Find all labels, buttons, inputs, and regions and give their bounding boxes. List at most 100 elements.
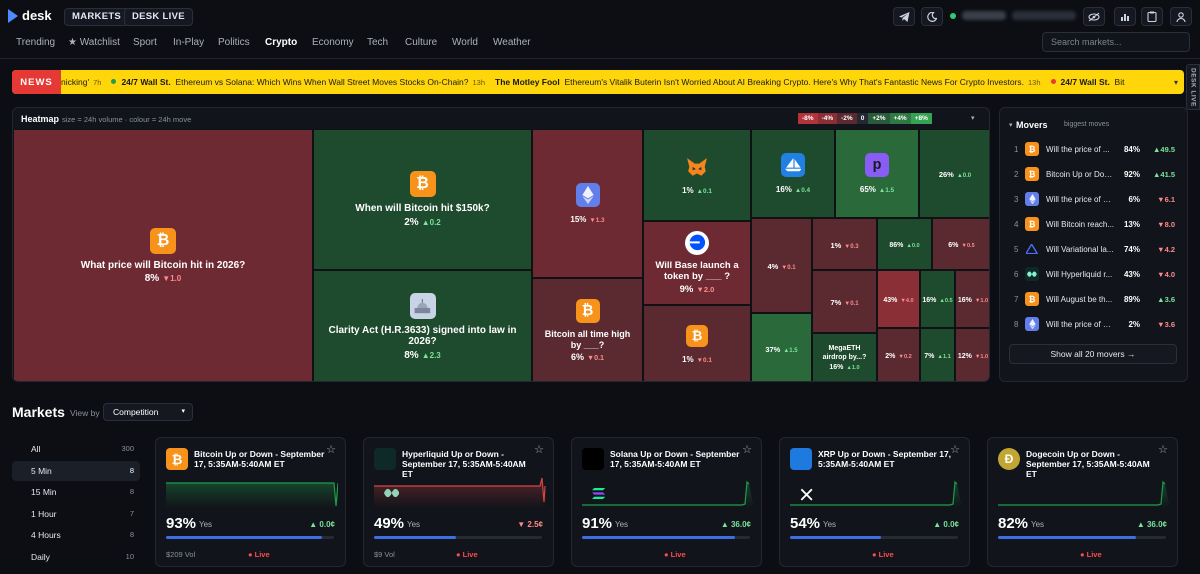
mover-row[interactable]: 2 ₿ Bitcoin Up or Dow... 92% ▲41.5: [1000, 166, 1189, 184]
nav-sport[interactable]: Sport: [133, 37, 157, 48]
market-card[interactable]: ₿ Bitcoin Up or Down - September 17, 5:35…: [155, 437, 346, 567]
market-volume: $9 Vol: [374, 550, 395, 559]
market-card[interactable]: Solana Up or Down - September 17, 5:35AM…: [571, 437, 762, 567]
star-icon[interactable]: ☆: [1158, 443, 1168, 456]
nav-trending[interactable]: Trending: [16, 37, 55, 48]
heatmap-cell[interactable]: ₿ What price will Bitcoin hit in 2026? 8% ▼…: [13, 129, 313, 381]
heatmap-cell[interactable]: 6% ▼0.5: [932, 218, 989, 270]
news-item[interactable]: The Motley Fool Ethereum's Vitalik Buter…: [495, 77, 1050, 87]
nav-world[interactable]: World: [452, 37, 478, 48]
app-logo[interactable]: desk: [8, 8, 52, 23]
portfolio-icon[interactable]: [1114, 7, 1136, 26]
heatmap-cell[interactable]: 1% ▲0.1: [643, 129, 751, 221]
heatmap-cell[interactable]: 7% ▼0.1: [812, 270, 877, 333]
fox-icon: [686, 156, 708, 178]
nav-watchlist[interactable]: ★ Watchlist: [68, 37, 120, 48]
show-all-movers-button[interactable]: Show all 20 movers →: [1009, 344, 1177, 364]
heatmap-cell[interactable]: 15% ▼1.3: [532, 129, 643, 278]
desk-live-button[interactable]: DESK LIVE: [124, 8, 193, 26]
heatmap-cell[interactable]: p 65% ▲1.5: [835, 129, 919, 218]
heatmap-cell[interactable]: 12% ▼1.0: [955, 328, 989, 381]
heatmap-cell-title: What price will Bitcoin hit in 2026?: [80, 259, 246, 271]
legend-swatch: +4%: [889, 113, 911, 124]
heatmap-cell[interactable]: 1% ▼0.3: [812, 218, 877, 270]
market-card[interactable]: XRP Up or Down - September 17, 5:35AM-5:…: [779, 437, 970, 567]
heatmap-cell[interactable]: MegaETH airdrop by...? 16% ▲1.0: [812, 333, 877, 381]
nav-crypto[interactable]: Crypto: [265, 37, 297, 48]
market-outcome-label: Yes: [615, 520, 629, 529]
pump-icon: p: [865, 153, 889, 177]
heatmap-cell[interactable]: 4% ▼0.1: [751, 218, 812, 313]
star-icon[interactable]: ☆: [742, 443, 752, 456]
heatmap-cell-change: ▲0.5: [939, 297, 953, 304]
heatmap-cell[interactable]: 43% ▼4.0: [877, 270, 920, 328]
nav-economy[interactable]: Economy: [312, 37, 354, 48]
news-item[interactable]: nicking' 7h: [61, 77, 111, 87]
filter-4-hours[interactable]: 4 Hours 8: [12, 525, 140, 545]
chevron-down-icon[interactable]: ▾: [1174, 78, 1178, 87]
news-item[interactable]: 24/7 Wall St. Bit: [1061, 77, 1125, 87]
markets-button[interactable]: MARKETS: [64, 8, 130, 26]
heatmap-cell[interactable]: 16% ▲0.4: [751, 129, 835, 218]
mover-rank: 5: [1014, 245, 1019, 254]
news-ticker[interactable]: NEWS nicking' 7h 24/7 Wall St. Ethereum vs…: [12, 70, 1184, 94]
mover-row[interactable]: 6 Will Hyperliquid r... 43% ▼4.0: [1000, 266, 1189, 284]
hide-balance-icon[interactable]: [1083, 7, 1105, 26]
nav-culture[interactable]: Culture: [405, 37, 437, 48]
live-label: Live: [670, 550, 686, 559]
probability-bar: [790, 536, 958, 539]
heatmap-cell[interactable]: 26% ▲0.0: [919, 129, 989, 218]
heatmap-cell[interactable]: ₿ 1% ▼0.1: [643, 305, 751, 381]
heatmap-cell[interactable]: 2% ▼0.2: [877, 328, 920, 381]
desk-live-side-tab[interactable]: DESK LIVE: [1186, 64, 1200, 110]
heatmap-cell[interactable]: 86% ▲0.0: [877, 218, 932, 270]
dark-mode-icon[interactable]: [921, 7, 943, 26]
heatmap-cell[interactable]: Will Base launch a token by ___ ? 9% ▼2.0: [643, 221, 751, 305]
heatmap-cell[interactable]: 7% ▲1.1: [920, 328, 955, 381]
mover-change: ▼3.6: [1157, 320, 1175, 329]
mover-row[interactable]: 3 Will the price of Et... 6% ▼6.1: [1000, 191, 1189, 209]
market-card[interactable]: Ð Dogecoin Up or Down - September 17, 5:3…: [987, 437, 1178, 567]
star-icon[interactable]: ☆: [950, 443, 960, 456]
search-input[interactable]: [1042, 32, 1190, 52]
chevron-down-icon[interactable]: ▾: [971, 114, 975, 122]
filter-daily[interactable]: Daily 10: [12, 547, 140, 567]
live-badge: ● Live: [248, 550, 270, 559]
mover-row[interactable]: 8 Will the price of Et... 2% ▼3.6: [1000, 316, 1189, 334]
live-label: Live: [878, 550, 894, 559]
mover-row[interactable]: 4 ₿ Will Bitcoin reach... 13% ▼8.0: [1000, 216, 1189, 234]
telegram-icon[interactable]: [893, 7, 915, 26]
nav-weather[interactable]: Weather: [493, 37, 531, 48]
mover-row[interactable]: 1 ₿ Will the price of ... 84% ▲49.5: [1000, 141, 1189, 159]
mover-percent: 43%: [1123, 270, 1140, 279]
filter-15-min[interactable]: 15 Min 8: [12, 482, 140, 502]
filter-count: 7: [129, 508, 134, 518]
filter-1-hour[interactable]: 1 Hour 7: [12, 504, 140, 524]
market-card[interactable]: Hyperliquid Up or Down - September 17, 5…: [363, 437, 554, 567]
heatmap-cell[interactable]: 37% ▲1.5: [751, 313, 812, 381]
heatmap-cell[interactable]: ₿ When will Bitcoin hit $150k? 2% ▲0.2: [313, 129, 532, 270]
clipboard-icon[interactable]: [1141, 7, 1163, 26]
market-outcome-label: Yes: [823, 520, 837, 529]
nav-in-play[interactable]: In-Play: [173, 37, 204, 48]
heatmap-cell[interactable]: ₿ Bitcoin all time high by ___? 6% ▼0.1: [532, 278, 643, 381]
heatmap-cell[interactable]: 16% ▼1.0: [955, 270, 989, 328]
filter-5-min[interactable]: 5 Min 8: [12, 460, 140, 481]
heatmap-cell-change: ▼1.3: [589, 217, 605, 224]
mover-row[interactable]: 5 Will Variational la... 74% ▼4.2: [1000, 241, 1189, 259]
heatmap-cell[interactable]: 16% ▲0.5: [920, 270, 955, 328]
chevron-down-icon[interactable]: ▾: [1009, 121, 1013, 129]
nav-politics[interactable]: Politics: [218, 37, 250, 48]
nav-tech[interactable]: Tech: [367, 37, 388, 48]
mover-title: Will August be th...: [1046, 295, 1113, 304]
news-item[interactable]: 24/7 Wall St. Ethereum vs Solana: Which …: [121, 77, 495, 87]
view-by-select[interactable]: Competition ▾: [103, 403, 193, 421]
heatmap-cell[interactable]: Clarity Act (H.R.3633) signed into law i…: [313, 270, 532, 381]
user-icon[interactable]: [1170, 7, 1192, 26]
star-icon[interactable]: ☆: [326, 443, 336, 456]
mover-percent: 84%: [1123, 145, 1140, 154]
filter-all[interactable]: All 300: [12, 439, 140, 459]
mover-row[interactable]: 7 ₿ Will August be th... 89% ▲3.6: [1000, 291, 1189, 309]
mover-rank: 3: [1014, 195, 1019, 204]
star-icon[interactable]: ☆: [534, 443, 544, 456]
